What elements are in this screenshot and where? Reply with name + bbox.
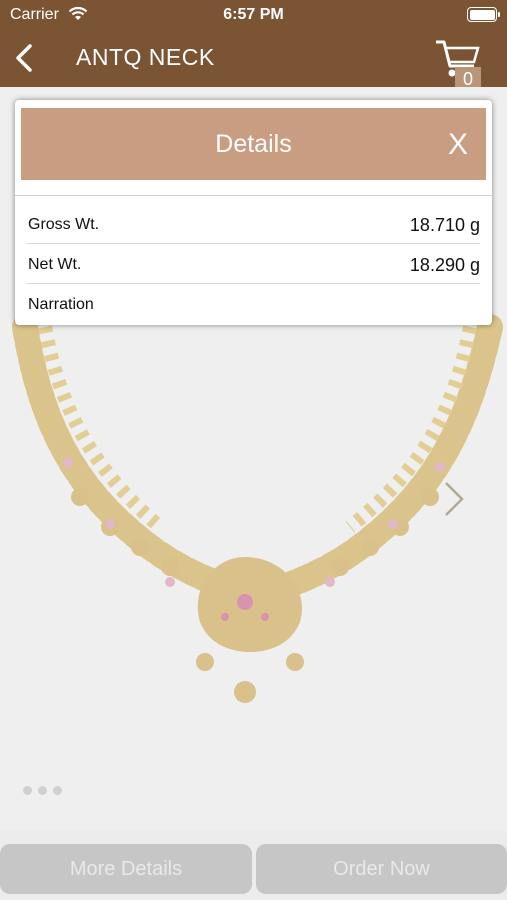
page-dot	[23, 786, 32, 795]
details-dialog: Details X Gross Wt. 18.710 g Net Wt. 18.…	[15, 100, 492, 325]
detail-label: Gross Wt.	[28, 216, 100, 233]
clock: 6:57 PM	[223, 6, 284, 23]
detail-row-narration: Narration	[27, 284, 480, 324]
detail-label: Net Wt.	[28, 256, 82, 273]
detail-row-gross-weight: Gross Wt. 18.710 g	[27, 204, 480, 244]
next-chevron-icon[interactable]	[442, 479, 466, 519]
detail-row-net-weight: Net Wt. 18.290 g	[27, 244, 480, 284]
close-button[interactable]: X	[448, 128, 468, 162]
page-dot	[38, 786, 47, 795]
more-details-button[interactable]: More Details	[0, 844, 252, 894]
dialog-header: Details X	[21, 108, 486, 180]
dialog-title: Details	[215, 130, 292, 158]
page-indicator	[23, 782, 68, 800]
detail-label: Narration	[28, 296, 94, 313]
divider	[15, 195, 492, 196]
detail-value: 18.710 g	[409, 215, 480, 235]
detail-value: 18.290 g	[409, 255, 480, 275]
bottom-action-bar: More Details Order Now	[0, 830, 507, 900]
nav-bar: ANTQ NECK 0	[0, 30, 507, 91]
order-now-button[interactable]: Order Now	[256, 844, 507, 894]
page-title: ANTQ NECK	[76, 44, 215, 70]
page-dot	[53, 786, 62, 795]
status-bar: Carrier 6:57 PM	[0, 0, 507, 30]
battery-icon	[467, 7, 500, 22]
back-chevron-icon[interactable]	[10, 42, 40, 74]
